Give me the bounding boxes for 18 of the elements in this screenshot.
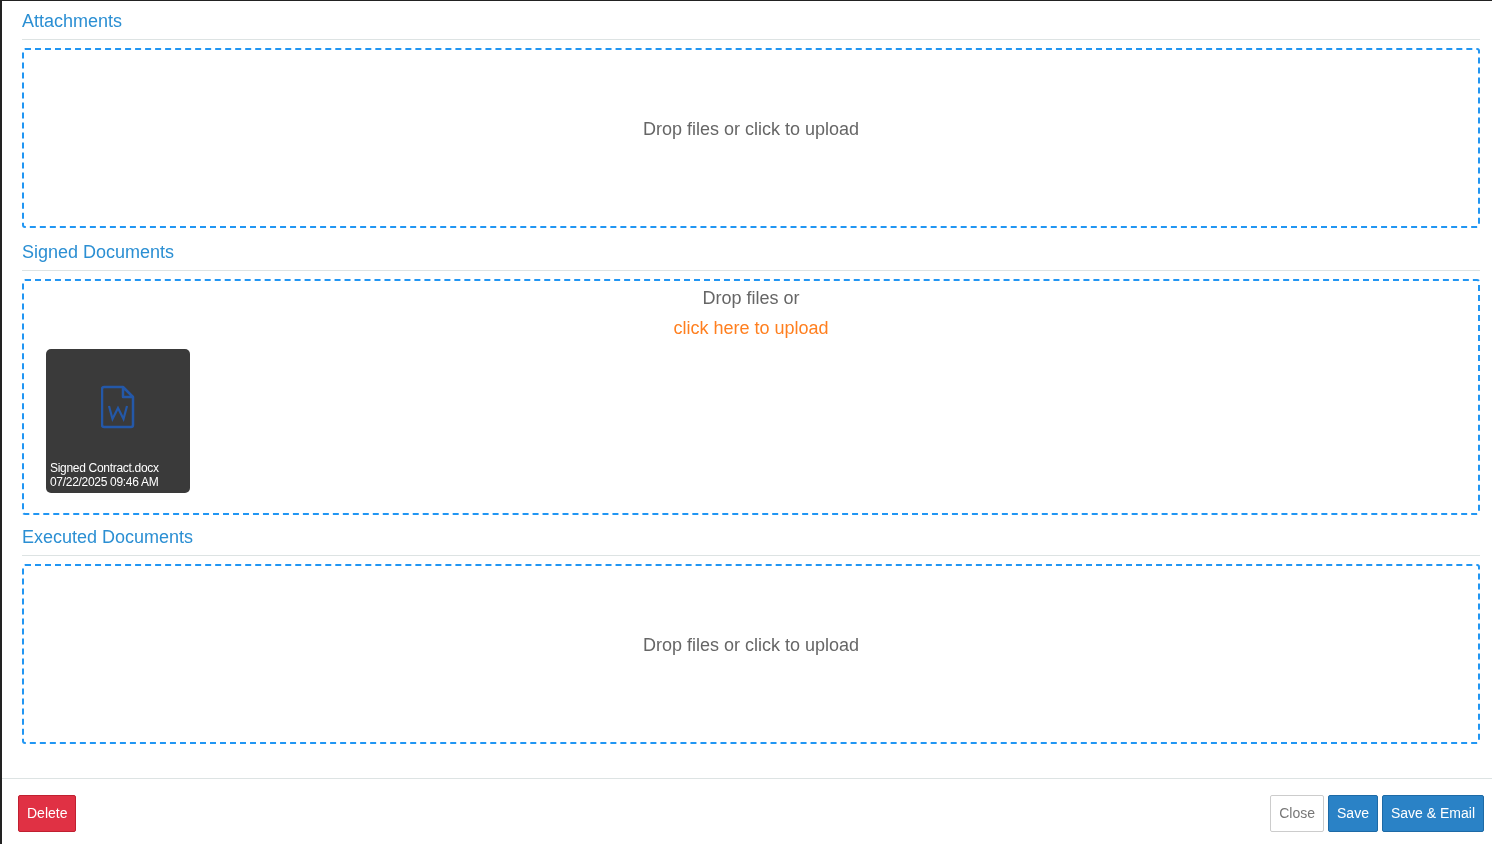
section-title: Signed Documents	[22, 240, 1480, 271]
dropzone-message: Drop files or click to upload	[642, 633, 860, 657]
section-title: Attachments	[22, 9, 1480, 40]
word-document-icon	[101, 385, 135, 429]
delete-button[interactable]: Delete	[18, 795, 77, 832]
dropzone-message: Drop files or	[702, 287, 800, 310]
dropzone[interactable]: Drop files or click to upload	[22, 48, 1480, 228]
action-button[interactable]: Save	[1328, 795, 1378, 832]
dropzone[interactable]: Drop files or click to upload	[22, 564, 1480, 744]
section-title: Executed Documents	[22, 525, 1480, 556]
action-button[interactable]: Close	[1270, 795, 1325, 832]
dropzone[interactable]: Drop files or click here to upload Signed Contract.docx 07/22/2025 09:46 AM	[22, 279, 1480, 515]
file-thumbnail[interactable]: Signed Contract.docx 07/22/2025 09:46 AM	[46, 349, 190, 493]
dropzone-message: Drop files or click to upload	[642, 117, 860, 141]
file-date: 07/22/2025 09:46 AM	[50, 475, 160, 489]
file-name: Signed Contract.docx	[50, 461, 160, 475]
action-button[interactable]: Save & Email	[1381, 795, 1484, 832]
upload-link[interactable]: click here to upload	[673, 313, 829, 343]
